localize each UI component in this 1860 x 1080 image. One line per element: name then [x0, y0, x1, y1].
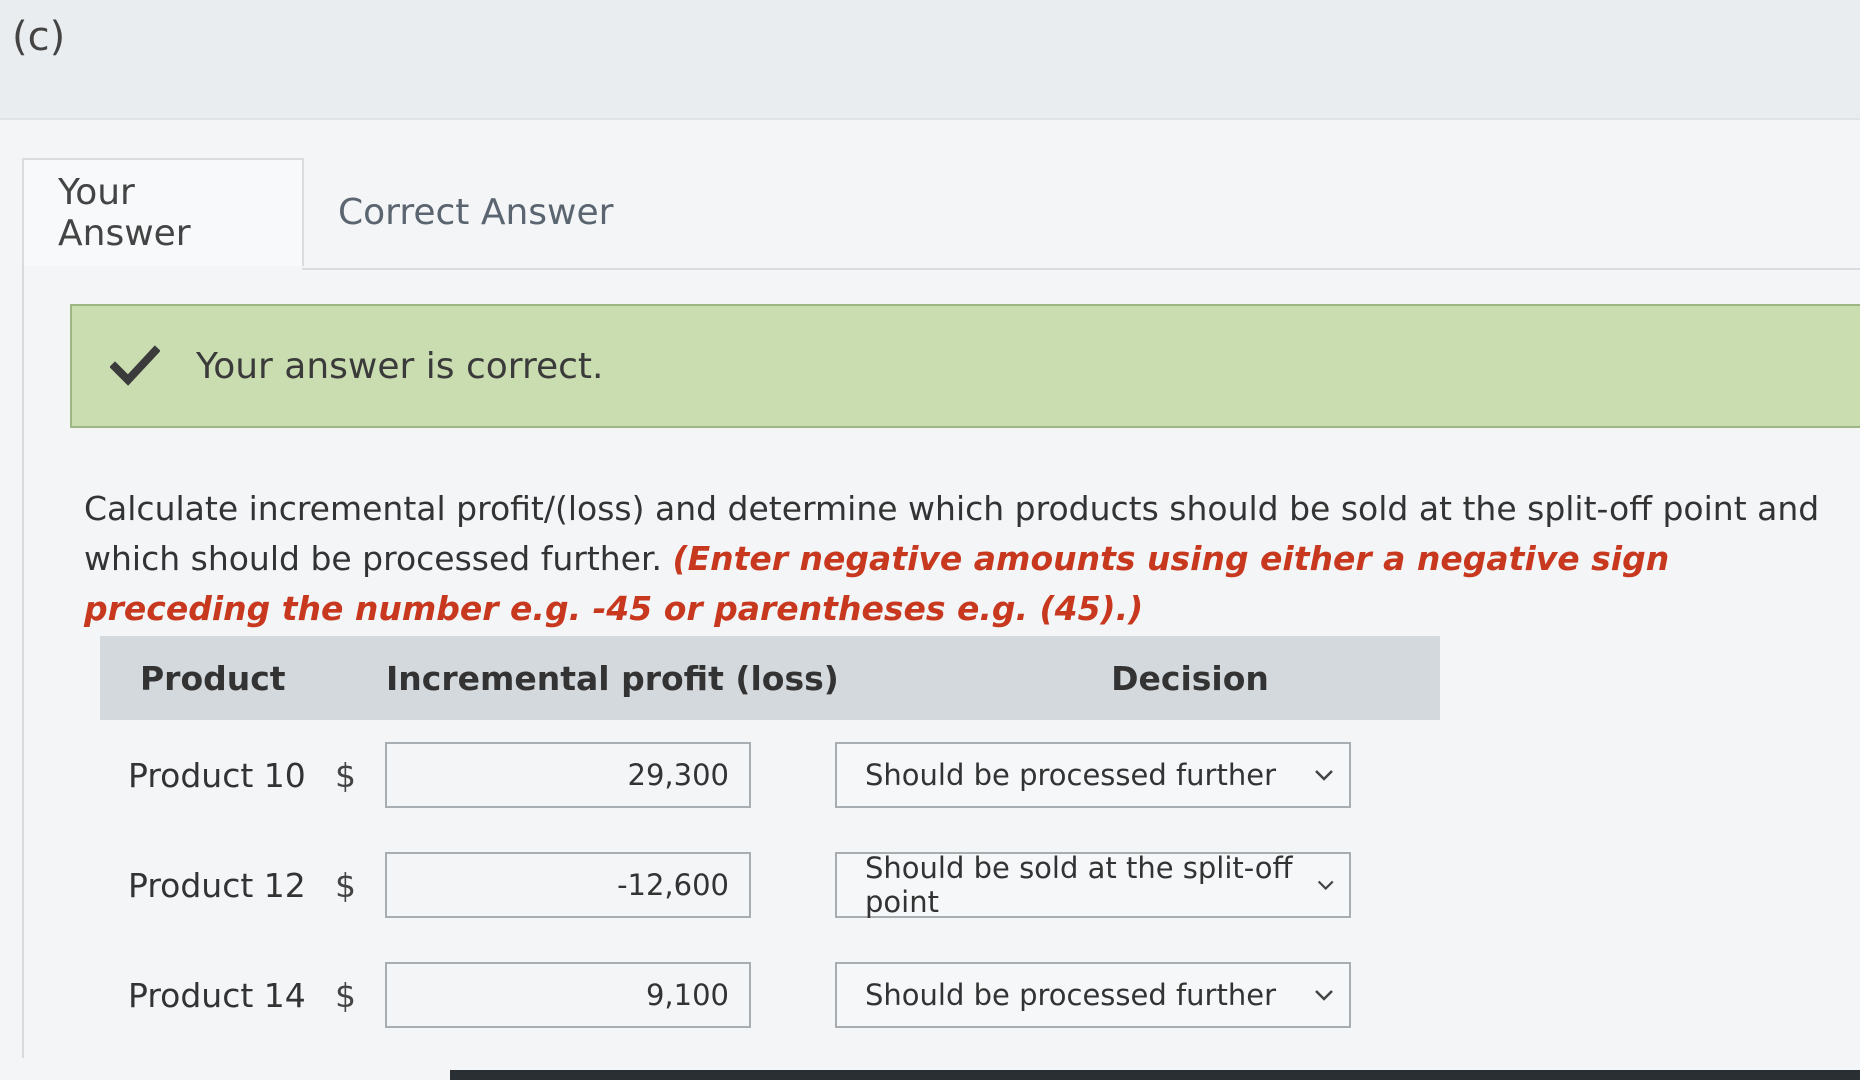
table-header: Product Incremental profit (loss) Decisi… [100, 636, 1440, 720]
currency-symbol: $ [335, 975, 356, 1015]
header-band [0, 0, 1860, 118]
decision-select[interactable]: Should be sold at the split-off point [835, 851, 1351, 919]
header-decision: Decision [1111, 658, 1269, 698]
product-name: Product 14 [128, 975, 306, 1015]
decision-value: Should be processed further [865, 978, 1276, 1012]
profit-input[interactable] [385, 742, 751, 808]
product-name: Product 12 [128, 865, 306, 905]
tab-your-answer[interactable]: Your Answer [22, 158, 304, 266]
decision-select[interactable]: Should be processed further [835, 742, 1351, 808]
table-row: Product 14 $ Should be processed further [100, 940, 1440, 1050]
decision-value: Should be sold at the split-off point [865, 851, 1293, 919]
currency-symbol: $ [335, 865, 356, 905]
bottom-edge-bar [450, 1070, 1860, 1080]
chevron-down-icon [1315, 770, 1333, 781]
table-row: Product 12 $ Should be sold at the split… [100, 830, 1440, 940]
answer-table: Product Incremental profit (loss) Decisi… [100, 636, 1440, 1050]
part-label: (c) [12, 14, 66, 60]
decision-select[interactable]: Should be processed further [835, 962, 1351, 1028]
product-name: Product 10 [128, 755, 306, 795]
decision-value: Should be processed further [865, 758, 1276, 792]
chevron-down-icon [1317, 880, 1334, 891]
tab-correct-answer[interactable]: Correct Answer [304, 158, 647, 266]
header-profit: Incremental profit (loss) [386, 658, 839, 698]
tab-divider [302, 268, 1860, 270]
header-product: Product [140, 658, 286, 698]
panel-left-border [22, 158, 24, 1058]
checkmark-icon [110, 345, 160, 386]
profit-input[interactable] [385, 852, 751, 918]
currency-symbol: $ [335, 755, 356, 795]
page: (c) Your Answer Correct Answer Your answ… [0, 0, 1860, 1080]
feedback-message: Your answer is correct. [196, 345, 604, 387]
instructions: Calculate incremental profit/(loss) and … [84, 484, 1854, 634]
answer-tabs: Your Answer Correct Answer [22, 158, 647, 266]
feedback-banner: Your answer is correct. [70, 304, 1860, 428]
chevron-down-icon [1315, 990, 1333, 1001]
profit-input[interactable] [385, 962, 751, 1028]
table-row: Product 10 $ Should be processed further [100, 720, 1440, 830]
